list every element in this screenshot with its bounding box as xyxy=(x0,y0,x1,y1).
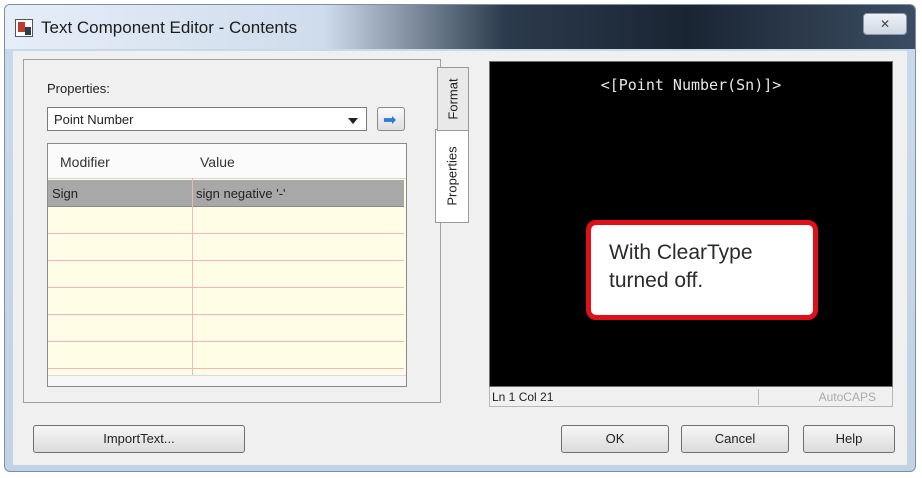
autocaps-indicator[interactable]: AutoCAPS xyxy=(819,390,876,404)
table-row[interactable] xyxy=(48,315,404,342)
text-component-editor-window: Text Component Editor - Contents ✕ Prope… xyxy=(4,4,916,472)
properties-dropdown-value: Point Number xyxy=(54,112,134,127)
annotation-callout: With ClearType turned off. xyxy=(586,220,818,320)
tab-properties-label: Properties xyxy=(444,146,460,206)
status-bar: Ln 1 Col 21 AutoCAPS xyxy=(489,387,893,407)
grid-header: Modifier Value xyxy=(48,144,406,179)
table-row[interactable]: Sign sign negative '-' xyxy=(48,180,404,207)
cursor-position: Ln 1 Col 21 xyxy=(492,390,554,404)
import-text-button[interactable]: ImportText... xyxy=(33,425,245,453)
window-title: Text Component Editor - Contents xyxy=(41,18,298,37)
value-column-header: Value xyxy=(200,154,235,170)
table-row[interactable] xyxy=(48,342,404,369)
arrow-right-icon: ➡ xyxy=(383,112,397,129)
column-divider xyxy=(192,178,193,386)
value-cell[interactable]: sign negative '-' xyxy=(196,186,286,201)
tab-format[interactable]: Format xyxy=(437,67,469,131)
modifier-cell: Sign xyxy=(52,186,79,201)
tab-format-label: Format xyxy=(445,78,461,120)
table-row[interactable] xyxy=(48,234,404,261)
insert-property-button[interactable]: ➡ xyxy=(377,107,405,131)
cancel-button[interactable]: Cancel xyxy=(681,425,789,453)
modifier-column-header: Modifier xyxy=(60,154,110,170)
modifier-grid[interactable]: Modifier Value Sign sign negative '-' xyxy=(47,143,407,387)
text-preview-area[interactable]: <[Point Number(Sn)]> With ClearType turn… xyxy=(489,61,893,387)
close-button[interactable]: ✕ xyxy=(863,13,907,35)
dialog-body: Properties: Point Number ➡ Modifier Valu… xyxy=(13,51,907,465)
help-button[interactable]: Help xyxy=(803,425,895,453)
grid-bottom-edge xyxy=(48,375,406,386)
properties-label: Properties: xyxy=(47,81,110,96)
vertical-tab-strip: Properties Format xyxy=(435,67,471,247)
app-icon xyxy=(15,19,33,37)
status-divider xyxy=(758,389,759,405)
table-row[interactable] xyxy=(48,207,404,234)
chevron-down-icon xyxy=(348,118,358,124)
callout-text: With ClearType turned off. xyxy=(609,241,753,292)
tab-properties[interactable]: Properties xyxy=(435,129,469,223)
ok-button[interactable]: OK xyxy=(561,425,669,453)
preview-text: <[Point Number(Sn)]> xyxy=(600,76,782,94)
title-bar[interactable]: Text Component Editor - Contents ✕ xyxy=(5,5,915,49)
table-row[interactable] xyxy=(48,261,404,288)
table-row[interactable] xyxy=(48,288,404,315)
properties-dropdown[interactable]: Point Number xyxy=(47,107,367,131)
